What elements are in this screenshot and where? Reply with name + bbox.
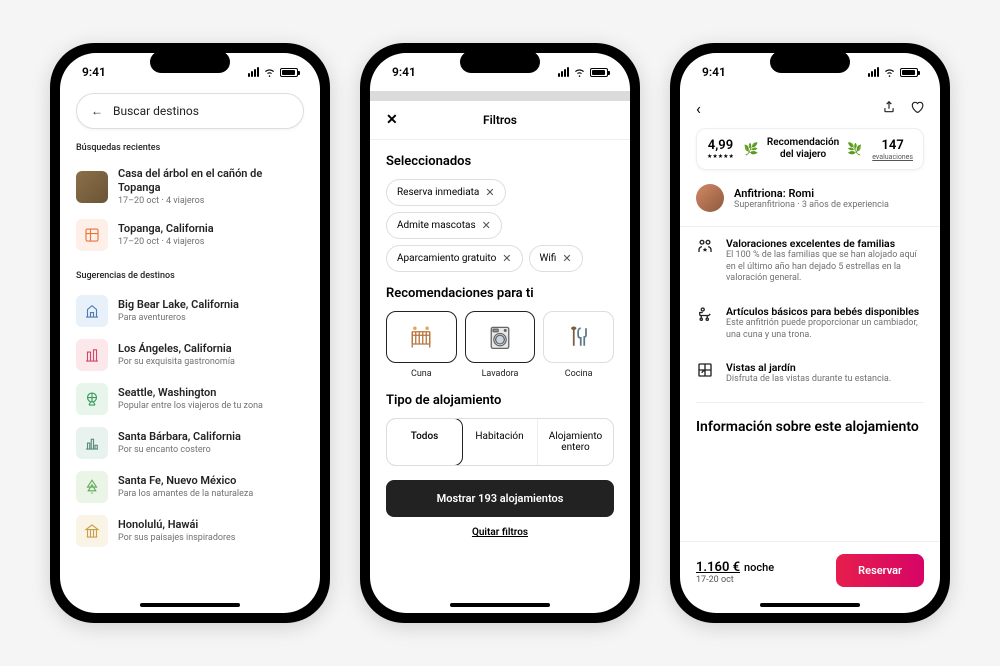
phone-search: 9:41 ← Buscar destinos Búsquedas recient… (50, 43, 330, 623)
suggestions-label: Sugerencias de destinos (76, 271, 304, 281)
booking-dates: 17-20 oct (696, 575, 774, 585)
cabin-icon (76, 295, 108, 327)
suggestion-item[interactable]: Los Ángeles, CaliforniaPor su exquisita … (76, 333, 304, 377)
notch (150, 51, 230, 73)
divider (696, 402, 924, 403)
recent-sub: 17–20 oct · 4 viajeros (118, 196, 304, 208)
beach-icon (76, 427, 108, 459)
feature-row: Artículos básicos para bebés disponibles… (680, 295, 940, 351)
battery-icon (900, 68, 918, 77)
filter-chip[interactable]: Reserva inmediata✕ (386, 179, 506, 206)
filters-title: Filtros (483, 113, 517, 127)
recent-title: Topanga, California (118, 222, 304, 236)
type-option[interactable]: Todos (386, 418, 463, 466)
type-option[interactable]: Habitación (462, 419, 538, 465)
recent-searches-label: Búsquedas recientes (76, 143, 304, 153)
filter-chip[interactable]: Admite mascotas✕ (386, 212, 502, 239)
rec-label: Lavadora (465, 369, 536, 379)
close-icon[interactable]: ✕ (386, 112, 398, 128)
remove-chip-icon[interactable]: ✕ (485, 186, 494, 199)
home-indicator (760, 603, 860, 607)
suggestion-item[interactable]: Santa Bárbara, CaliforniaPor su encanto … (76, 421, 304, 465)
rec-label: Cuna (386, 369, 457, 379)
city-icon (76, 339, 108, 371)
phone-listing: 9:41 ‹ 4,99 ★★★★★ (670, 43, 950, 623)
suggestion-item[interactable]: Big Bear Lake, CaliforniaPara aventurero… (76, 289, 304, 333)
suggestion-item[interactable]: Honolulú, HawáiPor sus paisajes inspirad… (76, 509, 304, 553)
filter-chip[interactable]: Aparcamiento gratuito✕ (386, 245, 523, 272)
type-option[interactable]: Alojamiento entero (538, 419, 613, 465)
host-avatar (696, 184, 724, 212)
garden-view-icon (696, 361, 716, 386)
home-indicator (450, 603, 550, 607)
laurel-right-icon: 🌿 (847, 142, 862, 156)
remove-chip-icon[interactable]: ✕ (502, 252, 511, 265)
notch (770, 51, 850, 73)
rec-card-washer[interactable] (465, 311, 536, 363)
laurel-left-icon: 🌿 (744, 142, 759, 156)
reviews-link[interactable]: 147 evaluaciones (872, 138, 913, 161)
price-value: 1.160 € (696, 560, 740, 575)
baby-items-icon (696, 305, 716, 341)
family-star-icon (696, 237, 716, 285)
recent-sub: 17–20 oct · 4 viajeros (118, 237, 304, 249)
recent-item[interactable]: Casa del árbol en el cañón de Topanga 17… (76, 161, 304, 213)
filter-chip[interactable]: Wifi✕ (529, 245, 583, 272)
wifi-icon (573, 67, 586, 77)
host-name: Anfitriona: Romi (734, 187, 889, 200)
reserve-button[interactable]: Reservar (836, 554, 924, 587)
type-label: Tipo de alojamiento (386, 393, 614, 408)
listing-photo-icon (76, 171, 108, 203)
remove-chip-icon[interactable]: ✕ (482, 219, 491, 232)
host-row[interactable]: Anfitriona: Romi Superanfitriona · 3 año… (680, 170, 940, 227)
recs-label: Recomendaciones para ti (386, 286, 614, 301)
ferris-wheel-icon (76, 383, 108, 415)
price-unit: noche (744, 561, 774, 574)
share-icon[interactable] (882, 99, 896, 118)
phone-filters: 9:41 ✕ Filtros Seleccionados Reserva inm… (360, 43, 640, 623)
battery-icon (280, 68, 298, 77)
wifi-icon (263, 67, 276, 77)
rating-badge-bar: 4,99 ★★★★★ 🌿 Recomendación del viajero 🌿… (696, 128, 924, 170)
signal-icon (868, 67, 879, 77)
back-arrow-icon[interactable]: ← (91, 104, 103, 118)
recent-item[interactable]: Topanga, California 17–20 oct · 4 viajer… (76, 213, 304, 257)
suggestion-item[interactable]: Santa Fe, Nuevo MéxicoPara los amantes d… (76, 465, 304, 509)
map-pin-icon (76, 219, 108, 251)
clear-filters-link[interactable]: Quitar filtros (386, 527, 614, 538)
show-results-button[interactable]: Mostrar 193 alojamientos (386, 480, 614, 517)
booking-bar: 1.160 € noche 17-20 oct Reservar (680, 541, 940, 599)
home-indicator (140, 603, 240, 607)
rec-card-crib[interactable] (386, 311, 457, 363)
rec-card-kitchen[interactable] (543, 311, 614, 363)
filters-header: ✕ Filtros (370, 101, 630, 140)
suggestion-item[interactable]: Seattle, WashingtonPopular entre los via… (76, 377, 304, 421)
modal-backdrop (370, 91, 630, 101)
status-time: 9:41 (702, 65, 726, 79)
heart-icon[interactable] (910, 99, 924, 118)
signal-icon (248, 67, 259, 77)
battery-icon (590, 68, 608, 77)
feature-row: Valoraciones excelentes de familias El 1… (680, 227, 940, 295)
search-placeholder: Buscar destinos (113, 104, 199, 118)
selected-label: Seleccionados (386, 154, 614, 169)
back-icon[interactable]: ‹ (696, 99, 701, 118)
guest-favorite-badge: Recomendación del viajero (763, 137, 843, 161)
rating-value: 4,99 (707, 138, 734, 153)
temple-icon (76, 515, 108, 547)
recent-title: Casa del árbol en el cañón de Topanga (118, 167, 304, 196)
wifi-icon (883, 67, 896, 77)
remove-chip-icon[interactable]: ✕ (562, 252, 571, 265)
feature-row: Vistas al jardín Disfruta de las vistas … (680, 351, 940, 396)
rec-label: Cocina (543, 369, 614, 379)
status-time: 9:41 (82, 65, 106, 79)
nature-icon (76, 471, 108, 503)
signal-icon (558, 67, 569, 77)
status-time: 9:41 (392, 65, 416, 79)
host-sub: Superanfitriona · 3 años de experiencia (734, 200, 889, 210)
about-section-title: Información sobre este alojamiento (680, 409, 940, 435)
rating-stars-icon: ★★★★★ (707, 153, 734, 160)
search-input[interactable]: ← Buscar destinos (76, 93, 304, 129)
notch (460, 51, 540, 73)
